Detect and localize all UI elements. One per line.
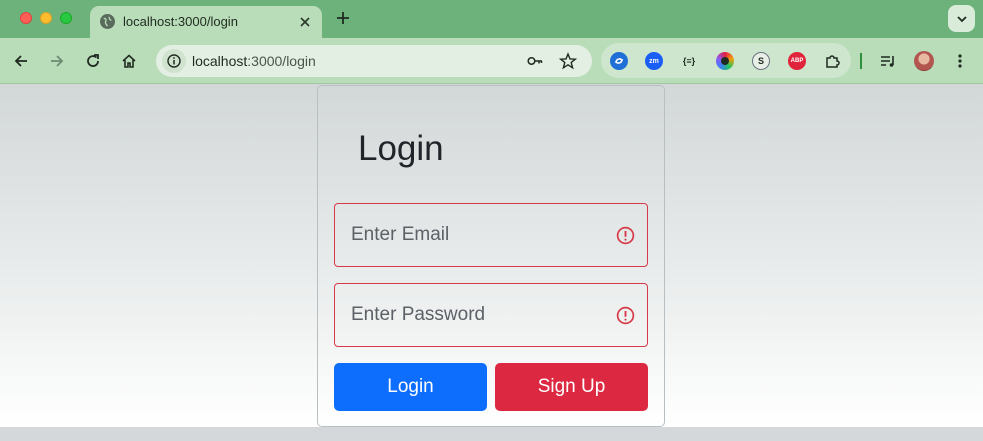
maximize-window-button[interactable]	[60, 12, 72, 24]
toolbar-separator	[860, 53, 862, 69]
puzzle-icon[interactable]	[824, 52, 842, 70]
active-tab[interactable]: localhost:3000/login	[90, 6, 322, 38]
warning-icon	[616, 226, 635, 245]
page-title: Login	[358, 129, 444, 168]
browser-toolbar: localhost:3000/login zm {≡} S ABP	[0, 38, 983, 84]
arrow-right-icon	[51, 55, 64, 67]
profile-avatar[interactable]	[913, 50, 935, 72]
tab-search-button[interactable]	[948, 5, 975, 32]
avatar	[914, 51, 934, 71]
url-host: localhost	[192, 53, 248, 69]
password-field[interactable]	[335, 284, 647, 346]
extensions-bar: zm {≡} S ABP	[601, 43, 851, 78]
url-path: :3000/login	[247, 53, 316, 69]
adblock-icon[interactable]: ABP	[788, 52, 806, 70]
address-bar[interactable]: localhost:3000/login	[156, 45, 592, 77]
more-vert-icon	[958, 54, 962, 68]
forward-button[interactable]	[46, 50, 68, 72]
email-field-wrapper	[334, 203, 648, 267]
password-field-wrapper	[334, 283, 648, 347]
seo-icon[interactable]: S	[752, 52, 770, 70]
tab-strip: localhost:3000/login	[0, 0, 983, 38]
json-icon[interactable]: {≡}	[680, 52, 698, 70]
warning-icon	[616, 306, 635, 325]
browser-window: localhost:3000/login localhost:3000/logi…	[0, 0, 983, 441]
playlist-icon	[881, 56, 894, 67]
tab-title: localhost:3000/login	[123, 14, 238, 29]
menu-button[interactable]	[949, 50, 971, 72]
color-picker-icon[interactable]	[716, 52, 734, 70]
site-info-icon[interactable]	[162, 49, 186, 73]
minimize-window-button[interactable]	[40, 12, 52, 24]
reload-icon	[87, 54, 99, 67]
reload-button[interactable]	[82, 50, 104, 72]
zm-icon[interactable]: zm	[645, 52, 663, 70]
chevron-down-icon	[956, 15, 967, 22]
window-bottom-edge	[0, 427, 983, 441]
login-button[interactable]: Login	[334, 363, 487, 411]
back-button[interactable]	[10, 50, 32, 72]
home-icon	[122, 54, 136, 68]
key-icon[interactable]	[526, 52, 544, 70]
login-card: Login Login Sign Up	[317, 85, 665, 427]
sync-icon[interactable]	[610, 52, 628, 70]
home-button[interactable]	[118, 50, 140, 72]
new-tab-icon[interactable]	[333, 7, 353, 29]
reading-list-button[interactable]	[877, 50, 899, 72]
url-text[interactable]: localhost:3000/login	[192, 53, 316, 69]
arrow-left-icon	[14, 55, 27, 67]
close-window-button[interactable]	[20, 12, 32, 24]
page-viewport: Login Login Sign Up	[0, 84, 983, 427]
globe-icon	[100, 14, 115, 29]
star-icon[interactable]	[559, 52, 577, 70]
email-field[interactable]	[335, 204, 647, 266]
sign-up-button[interactable]: Sign Up	[495, 363, 648, 411]
tab-close-icon[interactable]	[296, 13, 314, 31]
